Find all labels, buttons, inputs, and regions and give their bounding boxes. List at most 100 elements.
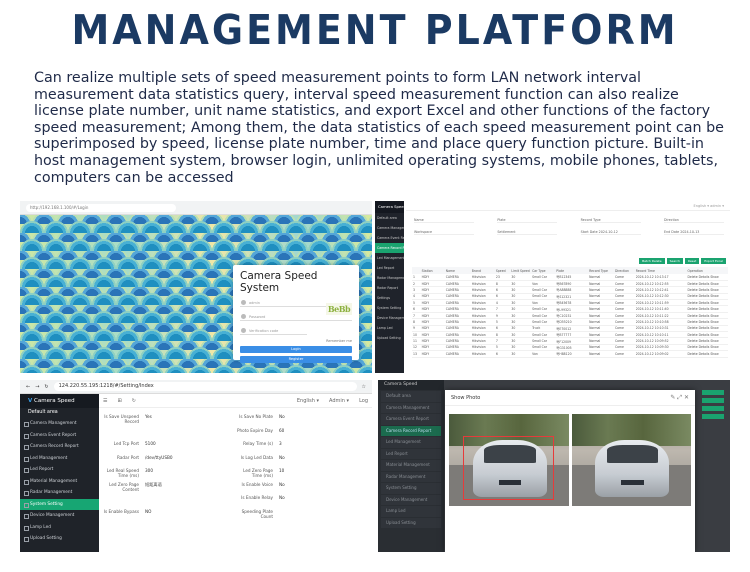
sidebar-item[interactable]: Camera Management [20,418,99,430]
login-screenshot: http://192.168.1.100/#/Login Camera Spee… [20,201,372,373]
field-value[interactable]: No [277,482,357,496]
captcha-input[interactable]: Verification code [240,327,308,335]
toolbar-button[interactable]: Reset [684,258,700,264]
field-label: Is Save Unspeed Record [104,414,139,424]
sidebar-item[interactable]: Radar Management [381,471,441,482]
field-value[interactable]: 短距离语 [143,482,233,496]
filter-field[interactable]: Plate [497,217,558,223]
sidebar-item[interactable]: Led Management [381,437,441,448]
sidebar-item[interactable]: Upload Setting [20,533,99,545]
sidebar-item[interactable]: Lamp Led [20,522,99,534]
area-selector[interactable]: Default area [20,408,99,418]
logo: Camera Speed [378,380,444,390]
star-icon[interactable]: ☆ [362,384,366,390]
reload-icon[interactable]: ↻ [44,384,48,390]
filter-field[interactable]: Name [414,217,474,223]
topbar[interactable]: English ▾ admin ▾ [406,201,730,211]
url-bar[interactable]: http://192.168.1.100/#/Login [26,203,176,212]
table-cell: 6 [494,350,511,358]
refresh-icon[interactable]: ↻ [132,398,136,404]
field-value[interactable]: No [277,455,357,469]
back-icon[interactable]: ← [26,384,30,390]
filter-field[interactable]: Direction [663,217,724,223]
field-value[interactable] [143,428,233,442]
sidebar-item[interactable]: Upload Setting [375,333,404,343]
sidebar-item[interactable]: Lamp Led [375,323,404,333]
sidebar-item[interactable]: Camera Management [381,402,441,413]
field-value[interactable]: 300 [143,468,233,482]
sidebar-item[interactable]: Settings [375,293,404,303]
sidebar-item[interactable]: Camera Management [375,223,404,233]
table-row[interactable]: 13 HDIY CAMERA Hikvision 6 30 Van 粤H88120 Normal… [412,350,728,358]
settings-row: Led Real Speed Time (ms) 300 Led Zero Page… [99,468,372,482]
sidebar-item[interactable]: Material Management [381,460,441,471]
remember-checkbox[interactable]: Remember me [240,339,352,343]
toolbar-button[interactable]: Batch Delete [639,258,665,264]
grid-icon[interactable]: ⊞ [117,398,121,404]
sidebar-item[interactable]: Led Report [20,464,99,476]
table-cell: 13 [412,350,421,358]
captcha-image[interactable]: BeBb [326,303,352,315]
sidebar-item[interactable]: Camera Event Report [375,233,404,243]
filter-field[interactable]: End Date 2024-10-13 [663,229,724,235]
vehicle-photo-1[interactable] [449,414,569,506]
sidebar-item[interactable]: Led Report [375,263,404,273]
filter-field[interactable]: Settlement [497,229,558,235]
sidebar-item[interactable]: Camera Record Report [20,441,99,453]
column-header: Name [444,267,471,274]
field-value[interactable] [277,509,357,523]
sidebar-item[interactable]: Upload Setting [381,517,441,528]
user-menu[interactable]: Admin ▾ [329,398,349,404]
sidebar-item[interactable]: Default area [375,213,404,223]
modal-controls[interactable]: ✎ ⤢ ✕ [670,390,689,406]
forward-icon[interactable]: → [35,384,39,390]
modal-header: Show Photo ✎ ⤢ ✕ [445,390,695,406]
sidebar-item[interactable]: System Setting [375,303,404,313]
field-value[interactable]: Yes [143,414,233,428]
register-button[interactable]: Register [240,356,352,363]
sidebar-item[interactable]: Device Management [20,510,99,522]
field-value[interactable]: 60 [277,428,357,442]
sidebar-item[interactable]: Lamp Led [381,506,441,517]
sidebar-item[interactable]: System Setting [381,483,441,494]
field-value[interactable]: NO [143,509,233,523]
field-value[interactable]: No [277,414,357,428]
field-value[interactable] [143,495,233,509]
filter-field[interactable]: Workspace [414,229,474,235]
menu-icon[interactable]: ☰ [103,398,107,404]
sidebar-item[interactable]: Camera Record Report [375,243,404,253]
column-header [412,267,421,274]
sidebar-item[interactable]: Led Management [375,253,404,263]
table-cell: 2024-10-12 10:09:02 [634,350,687,358]
field-value[interactable]: 3 [277,441,357,455]
sidebar-item[interactable]: Led Report [381,448,441,459]
language-select[interactable]: English ▾ [297,398,319,404]
url-bar[interactable]: 124.220.55.195:1218/#/Setting/Index [53,382,357,391]
filter-field[interactable]: Start Date 2024-10-12 [580,229,641,235]
sidebar-item[interactable]: Device Management [381,494,441,505]
sidebar-item[interactable]: System Setting [20,498,99,510]
sidebar-item[interactable]: Default area [381,391,441,402]
sidebar-item[interactable]: Camera Event Report [381,414,441,425]
modal-title: Show Photo [451,395,481,401]
sidebar-item[interactable]: Camera Record Report [381,425,441,436]
field-value[interactable]: /dev/ttyUSB0 [143,455,233,469]
field-value[interactable]: No [277,495,357,509]
sidebar-item[interactable]: Camera Event Report [20,430,99,442]
table-cell: CAMERA [444,350,471,358]
sidebar-item[interactable]: Radar Management [375,273,404,283]
sidebar-item[interactable]: Device Management [375,313,404,323]
login-title: Camera Speed System [240,270,318,294]
sidebar-item[interactable]: Material Management [20,476,99,488]
vehicle-photo-2[interactable] [571,414,691,506]
field-value[interactable]: 10 [277,468,357,482]
sidebar-item[interactable]: Led Management [20,453,99,465]
field-value[interactable]: 5100 [143,441,233,455]
filter-field[interactable]: Record Type [580,217,641,223]
logout-link[interactable]: Log [359,398,368,404]
toolbar-button[interactable]: Search [666,258,683,264]
sidebar-item[interactable]: Radar Management [20,487,99,499]
login-button[interactable]: Login [240,346,352,353]
toolbar-button[interactable]: Export Excel [701,258,726,264]
sidebar-item[interactable]: Radar Report [375,283,404,293]
